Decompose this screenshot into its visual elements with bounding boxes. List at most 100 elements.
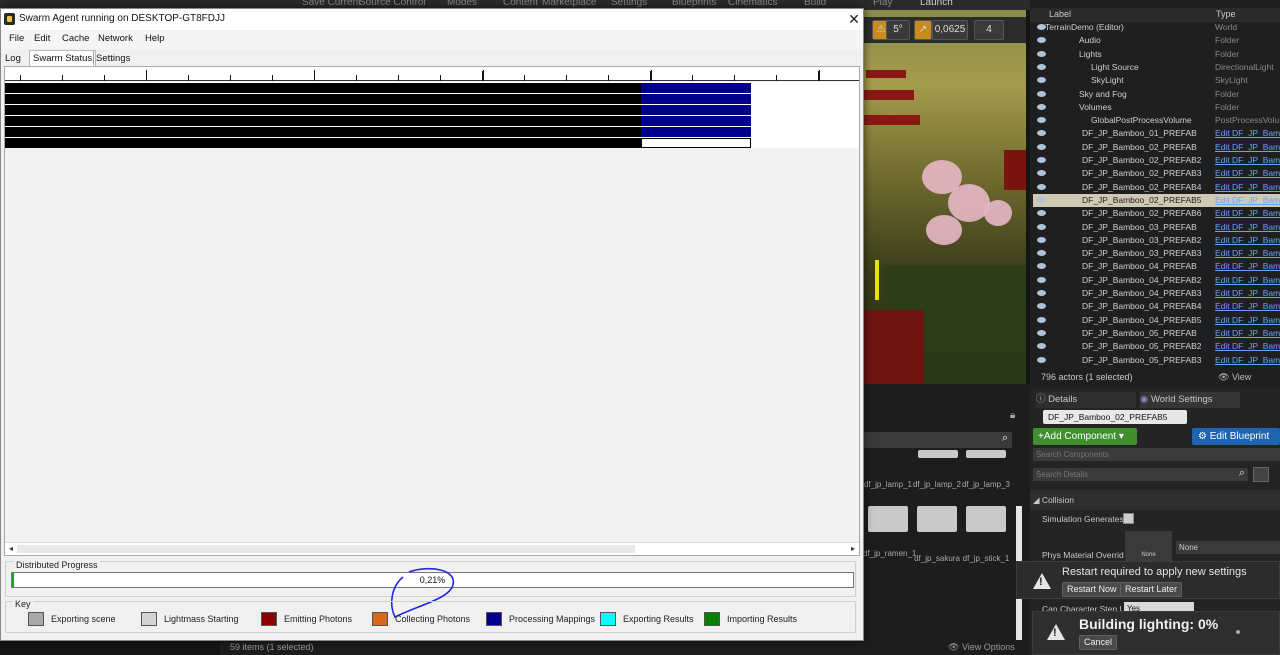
folder-icon[interactable] <box>918 450 958 458</box>
visibility-eye-icon[interactable] <box>1037 356 1046 363</box>
outliner-row[interactable]: Lights Folder <box>1033 48 1280 61</box>
outliner-row[interactable]: Audio Folder <box>1033 34 1280 47</box>
visibility-eye-icon[interactable] <box>1037 77 1046 84</box>
visibility-eye-icon[interactable] <box>1037 343 1046 350</box>
outliner-row[interactable]: DF_JP_Bamboo_03_PREFAB Edit DF_JP_Bam <box>1033 221 1280 234</box>
edit-blueprint-link[interactable]: Edit DF_JP_Bam <box>1215 354 1280 367</box>
menu-network[interactable]: Network <box>98 33 133 44</box>
toolbar-cinematics[interactable]: Cinematics <box>728 0 777 8</box>
close-icon[interactable]: ✕ <box>846 11 862 27</box>
edit-blueprint-button[interactable]: ⚙ Edit Blueprint <box>1192 428 1280 445</box>
edit-blueprint-link[interactable]: Edit DF_JP_Bam <box>1215 247 1280 260</box>
outliner-row[interactable]: DF_JP_Bamboo_05_PREFAB2 Edit DF_JP_Bam <box>1033 340 1280 353</box>
outliner-row[interactable]: DF_JP_Bamboo_04_PREFAB3 Edit DF_JP_Bam <box>1033 287 1280 300</box>
edit-blueprint-link[interactable]: Edit DF_JP_Bam <box>1215 234 1280 247</box>
restart-now-button[interactable]: Restart Now <box>1062 582 1122 597</box>
visibility-eye-icon[interactable] <box>1037 103 1046 110</box>
visibility-eye-icon[interactable] <box>1037 117 1046 124</box>
folder-icon[interactable] <box>966 506 1006 532</box>
object-name-field[interactable]: DF_JP_Bamboo_02_PREFAB5 <box>1043 410 1187 424</box>
edit-blueprint-link[interactable]: Edit DF_JP_Bam <box>1215 221 1280 234</box>
folder-icon[interactable] <box>917 506 957 532</box>
restart-later-button[interactable]: Restart Later <box>1120 582 1183 597</box>
edit-blueprint-link[interactable]: Edit DF_JP_Bam <box>1215 274 1280 287</box>
visibility-eye-icon[interactable] <box>1037 50 1046 57</box>
outliner-row[interactable]: DF_JP_Bamboo_02_PREFAB5 Edit DF_JP_Bam <box>1033 193 1280 207</box>
scrollbar-thumb[interactable] <box>17 545 635 553</box>
visibility-eye-icon[interactable] <box>1037 290 1046 296</box>
phys-material-thumbnail[interactable]: None <box>1125 531 1172 561</box>
visibility-eye-icon[interactable] <box>1037 143 1046 150</box>
visibility-eye-icon[interactable] <box>1037 210 1046 217</box>
outliner-row[interactable]: DF_JP_Bamboo_04_PREFAB5 Edit DF_JP_Bam <box>1033 314 1280 327</box>
phys-material-dropdown[interactable]: None <box>1176 541 1280 554</box>
visibility-eye-icon[interactable] <box>1037 316 1046 323</box>
toolbar-marketplace[interactable]: Marketplace <box>542 0 596 8</box>
menu-edit[interactable]: Edit <box>34 33 50 44</box>
edit-blueprint-link[interactable]: Edit DF_JP_Bam <box>1215 327 1280 340</box>
outliner-row[interactable]: DF_JP_Bamboo_02_PREFAB3 Edit DF_JP_Bam <box>1033 167 1280 180</box>
toolbar-source-control[interactable]: Source Control <box>359 0 426 8</box>
toolbar-save-current[interactable]: Save Current <box>302 0 361 8</box>
visibility-eye-icon[interactable] <box>1037 250 1046 257</box>
outliner-row[interactable]: TerrainDemo (Editor) World <box>1033 21 1280 34</box>
visibility-eye-icon[interactable] <box>1037 263 1046 270</box>
visibility-eye-icon[interactable] <box>1037 236 1046 243</box>
toolbar-launch[interactable]: Launch <box>920 0 953 8</box>
visibility-eye-icon[interactable] <box>1037 276 1046 283</box>
visibility-eye-icon[interactable] <box>1037 130 1046 137</box>
edit-blueprint-link[interactable]: Edit DF_JP_Bam <box>1215 207 1280 220</box>
visibility-eye-icon[interactable] <box>1037 170 1046 177</box>
tab-swarm-status[interactable]: Swarm Status <box>29 50 97 66</box>
edit-blueprint-link[interactable]: Edit DF_JP_Bam <box>1215 141 1280 154</box>
rotation-snap-button[interactable]: 5° <box>886 20 910 40</box>
edit-blueprint-link[interactable]: Edit DF_JP_Bam <box>1215 167 1280 180</box>
cancel-build-button[interactable]: Cancel <box>1079 635 1118 650</box>
content-search-input[interactable]: ⌕ <box>864 432 1012 448</box>
outliner-row[interactable]: DF_JP_Bamboo_04_PREFAB Edit DF_JP_Bam <box>1033 260 1280 273</box>
collision-section-header[interactable]: ◢ Collision <box>1030 490 1280 510</box>
outliner-row[interactable]: Volumes Folder <box>1033 101 1280 114</box>
outliner-col-type[interactable]: Type <box>1216 9 1236 19</box>
toolbar-modes[interactable]: Modes <box>447 0 477 8</box>
level-viewport[interactable] <box>864 10 1026 384</box>
camera-speed-button[interactable]: 4 <box>974 20 1004 40</box>
visibility-eye-icon[interactable] <box>1037 183 1046 190</box>
visibility-eye-icon[interactable] <box>1037 329 1046 336</box>
scroll-left-icon[interactable]: ◂ <box>5 543 17 555</box>
menu-help[interactable]: Help <box>145 33 165 44</box>
edit-blueprint-link[interactable]: Edit DF_JP_Bam <box>1215 314 1280 327</box>
scale-snap-button[interactable]: 0,0625 <box>932 20 968 40</box>
outliner-row[interactable]: GlobalPostProcessVolume PostProcessVolu <box>1033 114 1280 127</box>
toolbar-play[interactable]: Play <box>873 0 892 8</box>
visibility-eye-icon[interactable] <box>1037 63 1046 70</box>
horizontal-scrollbar[interactable]: ◂ ▸ <box>5 542 859 555</box>
search-details-input[interactable]: Search Details ⌕ <box>1033 467 1248 481</box>
edit-blueprint-link[interactable]: Edit DF_JP_Bam <box>1215 127 1280 140</box>
toolbar-build[interactable]: Build <box>804 0 826 8</box>
tab-settings[interactable]: Settings <box>93 51 133 67</box>
edit-blueprint-link[interactable]: Edit DF_JP_Bam <box>1215 260 1280 273</box>
edit-blueprint-link[interactable]: Edit DF_JP_Bam <box>1215 340 1280 353</box>
outliner-row[interactable]: DF_JP_Bamboo_05_PREFAB Edit DF_JP_Bam <box>1033 327 1280 340</box>
tab-log[interactable]: Log <box>2 51 24 67</box>
toolbar-blueprints[interactable]: Blueprints <box>672 0 716 8</box>
content-view-options[interactable]: 👁︎ View Options <box>948 640 1015 655</box>
outliner-row[interactable]: DF_JP_Bamboo_04_PREFAB4 Edit DF_JP_Bam <box>1033 300 1280 313</box>
scale-snap-icon[interactable]: ↗ <box>914 20 932 40</box>
visibility-eye-icon[interactable] <box>1037 37 1046 44</box>
sim-generates-checkbox[interactable] <box>1123 513 1134 524</box>
outliner-row[interactable]: DF_JP_Bamboo_04_PREFAB2 Edit DF_JP_Bam <box>1033 274 1280 287</box>
tab-world-settings[interactable]: ◉ World Settings <box>1140 392 1240 408</box>
outliner-row[interactable]: DF_JP_Bamboo_01_PREFAB Edit DF_JP_Bam <box>1033 127 1280 140</box>
folder-icon[interactable] <box>966 450 1006 458</box>
visibility-eye-icon[interactable] <box>1037 223 1046 230</box>
visibility-eye-icon[interactable] <box>1037 196 1046 203</box>
outliner-row[interactable]: DF_JP_Bamboo_03_PREFAB3 Edit DF_JP_Bam <box>1033 247 1280 260</box>
edit-blueprint-link[interactable]: Edit DF_JP_Bam <box>1215 181 1280 194</box>
outliner-row[interactable]: Sky and Fog Folder <box>1033 88 1280 101</box>
edit-blueprint-link[interactable]: Edit DF_JP_Bam <box>1215 194 1280 207</box>
outliner-row[interactable]: DF_JP_Bamboo_05_PREFAB3 Edit DF_JP_Bam <box>1033 354 1280 367</box>
outliner-col-label[interactable]: Label <box>1049 9 1071 19</box>
outliner-row[interactable]: DF_JP_Bamboo_02_PREFAB4 Edit DF_JP_Bam <box>1033 181 1280 194</box>
